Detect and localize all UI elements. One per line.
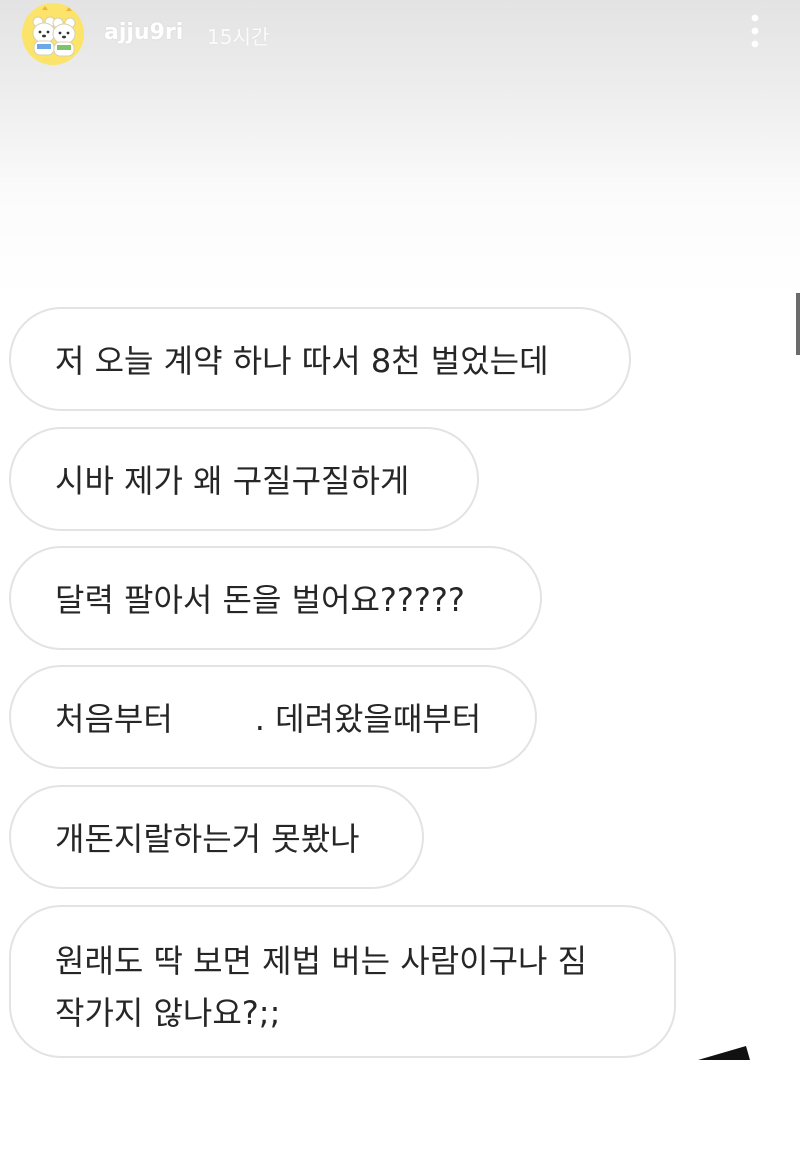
message-text-part: . 데려왔을때부터: [254, 700, 482, 738]
message-text: 저 오늘 계약 하나 따서 8천 벌었는데: [55, 342, 549, 380]
message-bubble: 처음부터 . 데려왔을때부터: [9, 665, 537, 769]
message-line: 작가지 않나요?;;: [55, 994, 281, 1032]
message-list: 저 오늘 계약 하나 따서 8천 벌었는데 시바 제가 왜 구질구질하게 달력 …: [0, 0, 800, 1170]
message-bubble: 개돈지랄하는거 못봤나: [9, 785, 424, 889]
message-text: 시바 제가 왜 구질구질하게: [55, 462, 410, 500]
message-line: 원래도 딱 보면 제법 버는 사람이구나 짐: [55, 942, 588, 980]
message-text-part: 처음부터: [55, 700, 173, 738]
sticker-corner-icon: [698, 1046, 750, 1060]
message-text-multiline: 원래도 딱 보면 제법 버는 사람이구나 짐 작가지 않나요?;;: [55, 935, 587, 1039]
message-bubble: 시바 제가 왜 구질구질하게: [9, 427, 479, 531]
message-bubble: 달력 팔아서 돈을 벌어요?????: [9, 546, 542, 650]
message-text: 개돈지랄하는거 못봤나: [55, 820, 360, 858]
message-text: 달력 팔아서 돈을 벌어요?????: [55, 581, 465, 619]
message-bubble: 원래도 딱 보면 제법 버는 사람이구나 짐 작가지 않나요?;;: [9, 905, 676, 1058]
message-bubble: 저 오늘 계약 하나 따서 8천 벌었는데: [9, 307, 631, 411]
